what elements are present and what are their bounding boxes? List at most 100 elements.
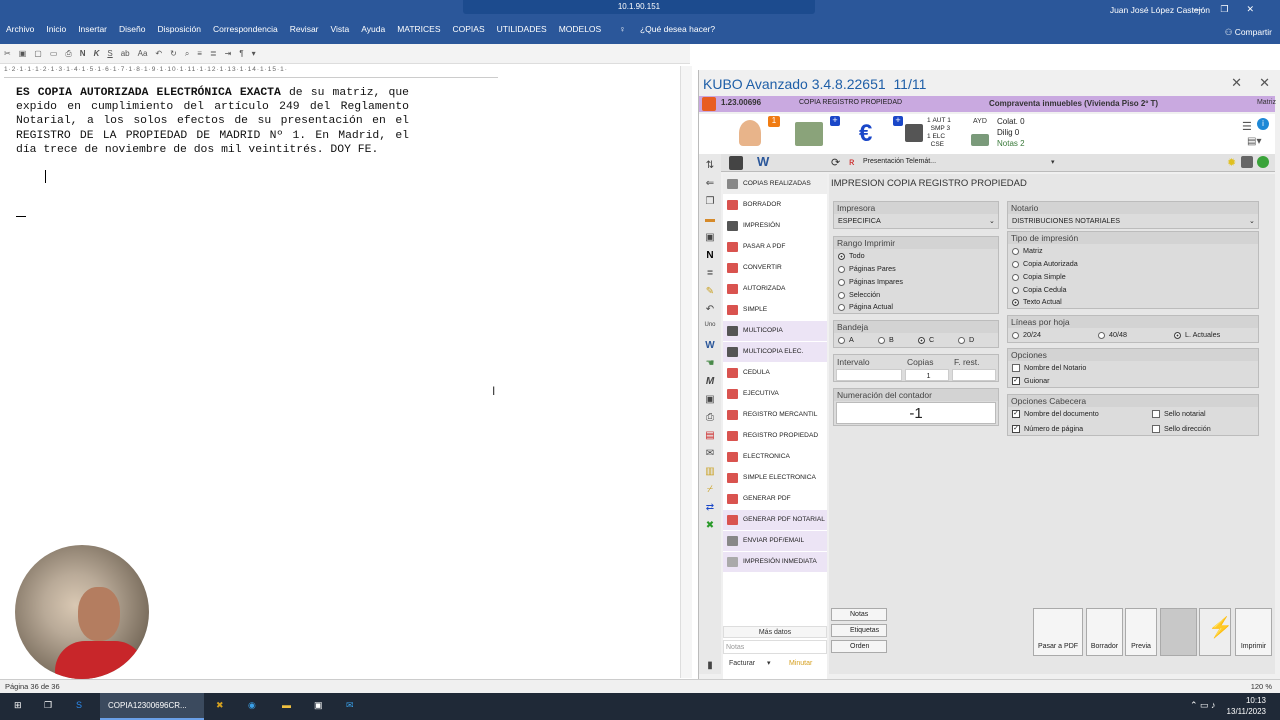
windows-start-icon[interactable]: ⊞ [14, 700, 22, 711]
presentacion-dropdown-icon[interactable]: ▾ [1051, 158, 1055, 166]
rango-seleccion[interactable]: Selección [838, 290, 880, 299]
kubo-close-icon[interactable]: ✕ [1231, 75, 1242, 91]
bandeja-a[interactable]: A [838, 335, 854, 344]
menu-registro-mercantil[interactable]: REGISTRO MERCANTIL [723, 405, 827, 425]
menu-convertir[interactable]: CONVERTIR [723, 258, 827, 278]
list-icon[interactable]: ☰ [1242, 120, 1252, 133]
menu-enviar-pdf-email[interactable]: ENVIAR PDF/EMAIL [723, 531, 827, 551]
kubo-matriz[interactable]: Matriz [1257, 99, 1276, 106]
bandeja-b[interactable]: B [878, 335, 894, 344]
lineas-actuales[interactable]: L. Actuales [1174, 330, 1220, 339]
save-icon[interactable]: ▣ [702, 232, 718, 246]
share-button[interactable]: ⚇ Compartir [1225, 27, 1272, 38]
ayd-label[interactable]: AYD [973, 118, 987, 125]
new-doc-icon[interactable]: ▢ [34, 49, 42, 58]
notas-input[interactable]: Notas [723, 640, 827, 654]
updown-icon[interactable]: ⇅ [702, 160, 718, 174]
mas-datos-tab[interactable]: Más datos [723, 626, 827, 638]
book-icon[interactable]: ▮ [702, 660, 718, 674]
menu-borrador[interactable]: BORRADOR [723, 195, 827, 215]
cabecera-sello-notarial[interactable]: Sello notarial [1152, 409, 1206, 419]
taskbar-active-app[interactable]: COPIA12300696CR... [100, 693, 204, 720]
menu-impresion[interactable]: IMPRESIÓN [723, 216, 827, 236]
m-icon[interactable]: M [702, 376, 718, 390]
transfer-icon[interactable]: ⇄ [702, 502, 718, 516]
stamp-icon[interactable] [905, 124, 923, 142]
notario-select[interactable]: DISTRIBUCIONES NOTARIALES [1012, 216, 1120, 225]
font-size-icon[interactable]: Aa [138, 49, 148, 58]
tipo-copia-cedula[interactable]: Copia Cedula [1012, 285, 1067, 294]
lineas-40[interactable]: 40/48 [1098, 330, 1127, 339]
menu-registro-propiedad[interactable]: REGISTRO PROPIEDAD [723, 426, 827, 446]
menu-item-correspondencia[interactable]: Correspondencia [207, 24, 284, 34]
documents-icon[interactable] [971, 134, 989, 146]
facturar-dropdown-icon[interactable]: ▾ [767, 657, 771, 671]
folder-icon[interactable]: ▬ [702, 214, 718, 228]
menu-autorizada[interactable]: AUTORIZADA [723, 279, 827, 299]
chevron-down-icon[interactable]: ⌄ [989, 216, 995, 225]
document-text[interactable]: ES COPIA AUTORIZADA ELECTRÓNICA EXACTA d… [16, 86, 409, 157]
menu-item-diseno[interactable]: Diseño [113, 24, 151, 34]
menu-copias-realizadas[interactable]: COPIAS REALIZADAS [723, 174, 827, 194]
mail-icon[interactable]: ✉ [702, 448, 718, 462]
copias-input[interactable]: 1 [905, 369, 949, 381]
kubo-taskbar-icon[interactable]: ✖ [216, 700, 224, 711]
broom-icon[interactable]: ⌿ [702, 484, 718, 498]
mail-icon[interactable]: ✉ [346, 700, 354, 711]
disk-icon[interactable] [1241, 156, 1253, 168]
menu-item-insertar[interactable]: Insertar [72, 24, 113, 34]
bulb-icon[interactable]: ✹ [1227, 156, 1236, 169]
rango-pagina-actual[interactable]: Página Actual [838, 302, 893, 311]
equals-icon[interactable]: = [702, 268, 718, 282]
menu-item-matrices[interactable]: MATRICES [391, 24, 446, 34]
tell-me-box[interactable]: ♀ ¿Qué desea hacer? [607, 24, 727, 34]
italic-icon[interactable]: K [94, 49, 100, 58]
notas-button[interactable]: Notas [831, 608, 887, 621]
cabecera-nombre-documento[interactable]: ✓ Nombre del documento [1012, 409, 1099, 419]
lightning-button[interactable]: ⚡ [1199, 608, 1233, 656]
bandeja-c[interactable]: C [918, 335, 934, 344]
arrow-left-icon[interactable]: ⇐ [702, 178, 718, 192]
more-icon[interactable]: ▾ [252, 49, 256, 58]
rango-impares[interactable]: Páginas Impares [838, 277, 903, 286]
redo-icon[interactable]: ↻ [170, 49, 177, 58]
store-icon[interactable]: ▣ [314, 700, 323, 711]
edge-icon[interactable]: ◉ [248, 700, 256, 711]
previa-button[interactable]: Previa [1125, 608, 1157, 656]
tipo-matriz[interactable]: Matriz [1012, 246, 1043, 255]
doc-dropdown-icon[interactable]: ▤▾ [1247, 136, 1261, 147]
indent-icon[interactable]: ⇥ [225, 49, 232, 58]
menu-item-disposicion[interactable]: Disposición [151, 24, 206, 34]
menu-electronica[interactable]: ELECTRONICA [723, 447, 827, 467]
numeracion-value[interactable]: -1 [836, 402, 996, 424]
borrador-button[interactable]: Borrador [1086, 608, 1123, 656]
tipo-texto-actual[interactable]: Texto Actual [1012, 297, 1062, 306]
menu-pasar-pdf[interactable]: PASAR A PDF [723, 237, 827, 257]
info-icon[interactable]: i [1257, 118, 1269, 130]
notas-label[interactable]: Notas 2 [997, 138, 1025, 149]
menu-cedula[interactable]: CEDULA [723, 363, 827, 383]
n-icon[interactable]: N [702, 250, 718, 264]
rango-todo[interactable]: Todo [838, 251, 865, 260]
house-icon[interactable] [795, 122, 823, 146]
clipboard-icon[interactable]: ▥ [702, 466, 718, 480]
etiquetas-button[interactable]: Etiquetas [831, 624, 887, 637]
window-controls[interactable]: —❐✕ [1193, 4, 1272, 15]
copy-icon[interactable]: ❐ [702, 196, 718, 210]
open-icon[interactable]: ▭ [50, 49, 58, 58]
word-icon[interactable]: W [702, 340, 718, 354]
facturar-button[interactable]: Facturar [729, 657, 755, 671]
menu-item-copias[interactable]: COPIAS [447, 24, 491, 34]
printer-icon[interactable]: ⎙ [702, 412, 718, 426]
print-icon[interactable]: ⎙ [65, 49, 71, 59]
menu-generar-pdf-notarial[interactable]: GENERAR PDF NOTARIAL [723, 510, 827, 530]
person-icon[interactable] [739, 120, 761, 146]
presentacion-select[interactable]: Presentación Telemát... [863, 158, 936, 165]
stamp-icon[interactable]: ▣ [702, 394, 718, 408]
orden-button[interactable]: Orden [831, 640, 887, 653]
menu-generar-pdf[interactable]: GENERAR PDF [723, 489, 827, 509]
opcion-guionar[interactable]: ✓ Guionar [1012, 376, 1050, 386]
menu-impresion-inmediata[interactable]: IMPRESIÓN INMEDIATA [723, 552, 827, 572]
remote-desktop-bar[interactable]: 10.1.90.151 [463, 0, 815, 14]
align-center-icon[interactable]: ≣ [210, 49, 217, 58]
